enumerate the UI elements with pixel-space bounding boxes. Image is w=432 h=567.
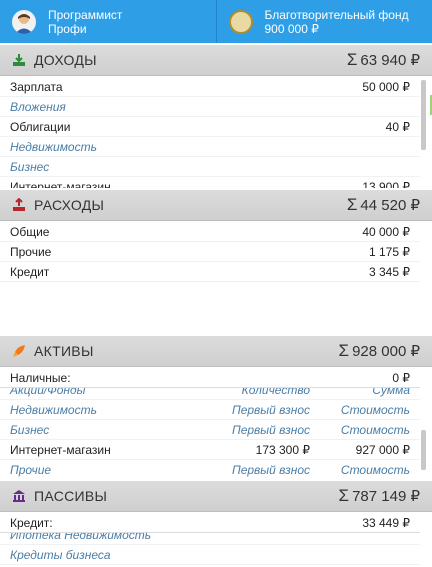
expenses-empty-space	[0, 284, 432, 334]
expenses-header[interactable]: РАСХОДЫ Σ 44 520 ₽	[0, 190, 432, 221]
list-item[interactable]: Бизнес	[0, 157, 420, 177]
rocket-icon	[13, 345, 25, 357]
liabilities-header[interactable]: ПАССИВЫ Σ 787 149 ₽	[0, 481, 432, 512]
income-list: Зарплата 50 000 ₽ Вложения Облигации 40 ₽ …	[0, 77, 420, 188]
assets-header[interactable]: АКТИВЫ Σ 928 000 ₽	[0, 336, 432, 367]
list-item[interactable]: Прочие 1 175 ₽	[0, 242, 420, 262]
top-bar: Программист Профи Благотворительный фонд…	[0, 0, 432, 43]
income-header[interactable]: ДОХОДЫ Σ 63 940 ₽	[0, 45, 432, 76]
list-item[interactable]: Облигации 40 ₽	[0, 117, 420, 137]
list-item[interactable]: Интернет-магазин 13 900 ₽	[0, 177, 420, 189]
bank-icon	[13, 490, 25, 502]
expenses-title: РАСХОДЫ	[34, 197, 105, 213]
profile-card[interactable]: Программист Профи	[0, 0, 216, 43]
credit-amount: 33 449 ₽	[362, 515, 410, 530]
fund-line1: Благотворительный фонд	[264, 7, 409, 22]
list-item[interactable]: Вложения	[0, 97, 420, 117]
list-item[interactable]: Кредиты бизнеса	[0, 545, 420, 565]
liabilities-total: Σ 787 149 ₽	[338, 486, 420, 505]
charity-coin-icon	[228, 9, 253, 34]
income-scrollbar[interactable]	[421, 80, 426, 150]
income-total: Σ 63 940 ₽	[346, 50, 420, 69]
person-avatar-icon	[12, 9, 36, 34]
fund-line2: 900 000 ₽	[264, 21, 319, 36]
table-row[interactable]: Интернет-магазин 173 300 ₽927 000 ₽	[0, 440, 420, 460]
expenses-icon	[13, 198, 25, 211]
assets-title: АКТИВЫ	[34, 343, 94, 359]
list-item[interactable]: Кредит 3 345 ₽	[0, 262, 420, 282]
table-row[interactable]: Бизнес Первый взнос Стоимость	[0, 420, 420, 440]
profile-line2: Профи	[48, 21, 87, 36]
expenses-total: Σ 44 520 ₽	[346, 195, 420, 214]
cash-label: Наличные:	[10, 370, 71, 385]
assets-total: Σ 928 000 ₽	[338, 341, 420, 360]
list-item[interactable]: Зарплата 50 000 ₽	[0, 77, 420, 97]
credit-label: Кредит:	[10, 515, 53, 530]
assets-scrollbar[interactable]	[421, 430, 426, 470]
list-item[interactable]: Общие 40 000 ₽	[0, 222, 420, 242]
table-row[interactable]: Прочие Первый взнос Стоимость	[0, 460, 420, 479]
charity-fund-card[interactable]: Благотворительный фонд 900 000 ₽	[215, 0, 432, 43]
profile-line1: Программист	[48, 7, 123, 22]
list-item[interactable]: Недвижимость	[0, 137, 420, 157]
income-title: ДОХОДЫ	[34, 52, 97, 68]
liabilities-title: ПАССИВЫ	[34, 488, 108, 504]
table-row[interactable]: Недвижимость Первый взнос Стоимость	[0, 400, 420, 420]
credit-row: Кредит: 33 449 ₽	[0, 513, 420, 533]
cash-amount: 0 ₽	[392, 370, 410, 385]
assets-list: Акции/Фонды Количество Сумма Недвижимость П…	[0, 380, 420, 479]
cash-row: Наличные: 0 ₽	[0, 368, 420, 388]
income-icon	[13, 54, 25, 66]
